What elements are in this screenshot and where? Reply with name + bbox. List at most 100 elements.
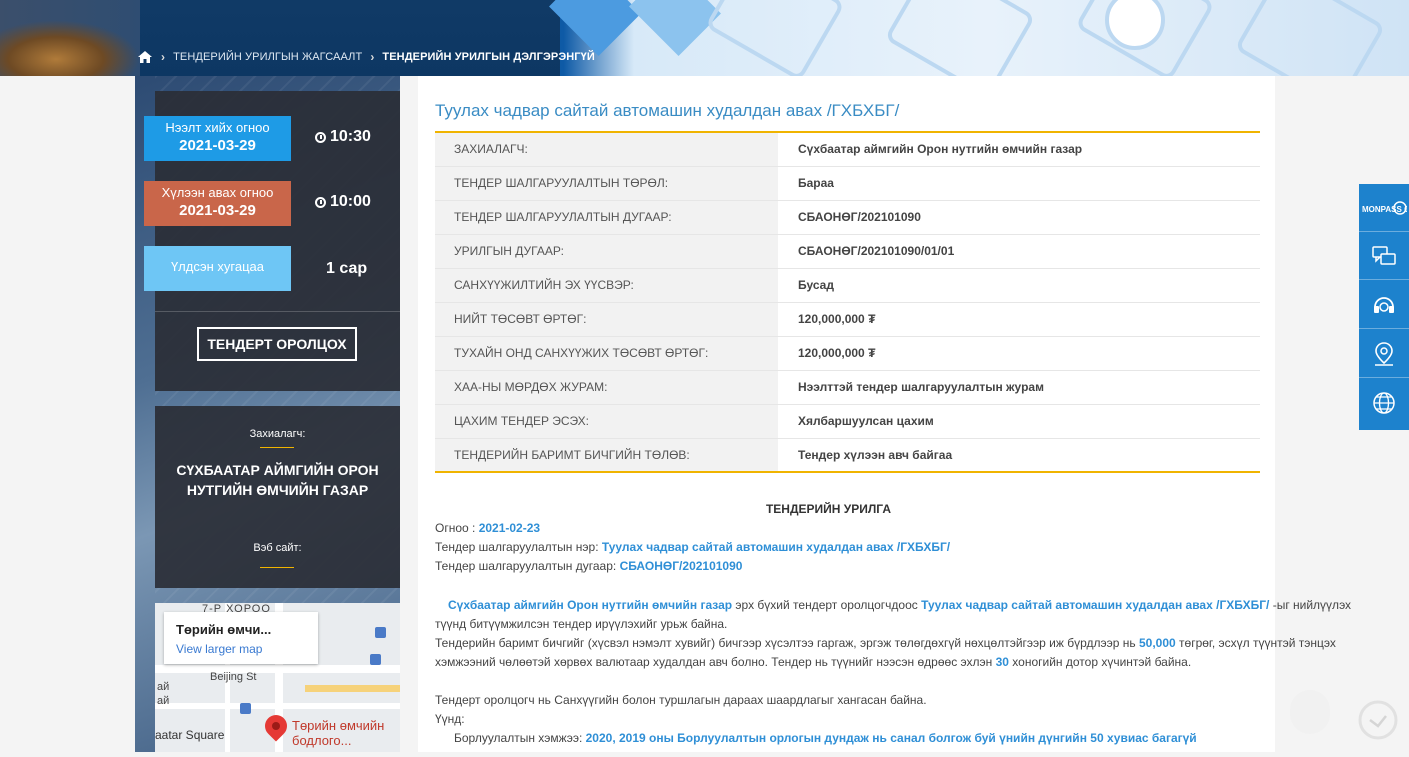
map-info-card: Төрийн өмчи... View larger map <box>164 612 318 664</box>
home-icon[interactable] <box>137 50 153 64</box>
deadline-label: Хүлээн авах огноо <box>161 185 274 200</box>
deadline-value: 2021-03-29 <box>179 202 256 219</box>
table-row: НИЙТ ТӨСӨВТ ӨРТӨГ: 120,000,000 ₮ <box>435 302 1260 336</box>
breadcrumb: › ТЕНДЕРИЙН УРИЛГЫН ЖАГСААЛТ › ТЕНДЕРИЙН… <box>137 50 595 64</box>
notice-paragraph-2: Тендерийн баримт бичгийг (хүсвэл нэмэлт … <box>435 636 1336 650</box>
notice-text: төгрөг, эсхүл түүнтэй тэнцэх <box>1175 636 1336 650</box>
notice-tender-name: Туулах чадвар сайтай автомашин худалдан … <box>921 598 1270 612</box>
globe-icon[interactable] <box>1359 379 1409 427</box>
breadcrumb-separator-icon: › <box>370 50 375 64</box>
chat-icon[interactable] <box>1359 232 1409 280</box>
notice-number-label: Тендер шалгаруулалтын дугаар: <box>435 559 620 573</box>
row-key: ХАА-НЫ МӨРДӨХ ЖУРАМ: <box>435 370 778 404</box>
notice-days: 30 <box>995 655 1009 669</box>
notice-number-value: СБАОНӨГ/202101090 <box>619 559 743 573</box>
bus-stop-icon <box>375 627 386 638</box>
banner-dark-panel <box>140 0 560 76</box>
notice-text: хэмжээний чөлөөтэй хөрвөх валютаар худал… <box>435 655 996 669</box>
floating-toolbar: MONPASS CA <box>1359 184 1409 430</box>
deadline-time: 10:00 <box>315 193 371 211</box>
support-headset-icon[interactable] <box>1359 281 1409 329</box>
breadcrumb-tender-detail: ТЕНДЕРИЙН УРИЛГЫН ДЭЛГЭРЭНГҮЙ <box>382 51 595 63</box>
customer-name: СҮХБААТАР АЙМГИЙН ОРОН НУТГИЙН ӨМЧИЙН ГА… <box>176 462 379 498</box>
notice-paragraph-6: Борлуулалтын хэмжээ: 2020, 2019 оны Борл… <box>454 731 1197 745</box>
banner-shape <box>549 0 641 56</box>
open-date-box: Нээлт хийх огноо 2021-03-29 <box>144 116 291 161</box>
breadcrumb-separator-icon: › <box>161 50 166 64</box>
gold-divider <box>260 447 294 448</box>
deadline-box: Хүлээн авах огноо 2021-03-29 <box>144 181 291 226</box>
row-key: ТЕНДЕР ШАЛГАРУУЛАЛТЫН ТӨРӨЛ: <box>435 166 778 200</box>
row-key: ТУХАЙН ОНД САНХҮҮЖИХ ТӨСӨВТ ӨРТӨГ: <box>435 336 778 370</box>
bus-stop-icon <box>240 703 251 714</box>
banner-shape <box>1234 0 1386 76</box>
table-row: САНХҮҮЖИЛТИЙН ЭХ ҮҮСВЭР: Бусад <box>435 268 1260 302</box>
notice-text: эрх бүхий тендерт оролцогчдоос <box>732 598 922 612</box>
notice-heading: ТЕНДЕРИЙН УРИЛГА <box>765 502 892 516</box>
row-key: ТЕНДЕР ШАЛГАРУУЛАЛТЫН ДУГААР: <box>435 200 778 234</box>
tender-info-table: ЗАХИАЛАГЧ: Сүхбаатар аймгийн Орон нутгийн… <box>435 131 1260 473</box>
map-pin-label: Төрийн өмчийн <box>292 718 385 733</box>
breadcrumb-tender-list[interactable]: ТЕНДЕРИЙН УРИЛГЫН ЖАГСААЛТ <box>173 51 362 63</box>
row-value: СБАОНӨГ/202101090 <box>798 210 921 224</box>
watermark-logo <box>1290 680 1409 752</box>
row-key: ЦАХИМ ТЕНДЕР ЭСЭХ: <box>435 404 778 438</box>
open-date-value: 2021-03-29 <box>179 137 256 154</box>
notice-sales-requirement: 2020, 2019 оны Борлуулалтын орлогын дунд… <box>585 731 1197 745</box>
notice-paragraph-4: Тендерт оролцогч нь Санхүүгийн болон тур… <box>435 693 927 707</box>
open-time-value: 10:30 <box>330 128 371 145</box>
bus-stop-icon <box>370 654 381 665</box>
row-value: СБАОНӨГ/202101090/01/01 <box>798 244 955 258</box>
notice-paragraph-5: Үүнд: <box>435 712 465 726</box>
table-row: ТЕНДЕР ШАЛГАРУУЛАЛТЫН ДУГААР: СБАОНӨГ/202… <box>435 200 1260 234</box>
table-row: ЦАХИМ ТЕНДЕР ЭСЭХ: Хялбаршуулсан цахим <box>435 404 1260 438</box>
join-tender-button[interactable]: ТЕНДЕРТ ОРОЛЦОХ <box>197 327 357 361</box>
map-place-title: Төрийн өмчи... <box>176 622 272 637</box>
monpass-ca-icon[interactable]: MONPASS CA <box>1359 184 1409 232</box>
map-pin-label: бодлого... <box>292 733 352 748</box>
table-row: ХАА-НЫ МӨРДӨХ ЖУРАМ: Нээлттэй тендер шалг… <box>435 370 1260 404</box>
row-key: УРИЛГЫН ДУГААР: <box>435 234 778 268</box>
notice-text: -ыг нийлүүлэх <box>1269 598 1352 612</box>
notice-name-value: Туулах чадвар сайтай автомашин худалдан … <box>601 540 951 554</box>
notice-paragraph-1: Сүхбаатар аймгийн Орон нутгийн өмчийн га… <box>448 598 1351 612</box>
notice-date-line: Огноо : 2021-02-23 <box>435 521 540 535</box>
map-label: aatar Square <box>155 728 225 742</box>
notice-name-line: Тендер шалгаруулалтын нэр: Туулах чадвар… <box>435 540 950 554</box>
remaining-label: Үлдсэн хугацаа <box>170 259 265 274</box>
notice-date-label: Огноо : <box>435 521 479 535</box>
remaining-box: Үлдсэн хугацаа <box>144 246 291 291</box>
notice-number-line: Тендер шалгаруулалтын дугаар: СБАОНӨГ/20… <box>435 559 742 573</box>
clock-icon <box>315 196 326 208</box>
notice-paragraph-3: хэмжээний чөлөөтэй хөрвөх валютаар худал… <box>435 655 1191 669</box>
row-value: Бараа <box>798 176 834 190</box>
open-date-label: Нээлт хийх огноо <box>165 120 270 135</box>
website-panel <box>155 520 400 588</box>
remaining-value: 1 сар <box>326 260 368 277</box>
hero-banner <box>0 0 1409 76</box>
table-row: ТЕНДЕР ШАЛГАРУУЛАЛТЫН ТӨРӨЛ: Бараа <box>435 166 1260 200</box>
gold-divider <box>260 567 294 568</box>
location-pin-icon[interactable] <box>1359 330 1409 378</box>
row-value: Сүхбаатар аймгийн Орон нутгийн өмчийн га… <box>798 142 1083 157</box>
table-row: УРИЛГЫН ДУГААР: СБАОНӨГ/202101090/01/01 <box>435 234 1260 268</box>
notice-name-label: Тендер шалгаруулалтын нэр: <box>435 540 602 554</box>
map-label: ай <box>157 695 170 707</box>
view-larger-map-link[interactable]: View larger map <box>176 642 306 656</box>
map-street-label: Beijing St <box>210 671 257 683</box>
row-value: Нээлттэй тендер шалгаруулалтын журам <box>798 380 1044 394</box>
row-value: Хялбаршуулсан цахим <box>798 414 934 428</box>
deadline-time-value: 10:00 <box>330 193 371 210</box>
map-label: ай <box>157 681 170 693</box>
customer-label: Захиалагч: <box>249 428 306 440</box>
monpass-text: MONPASS CA <box>1362 205 1407 214</box>
notice-paragraph-1b: түүнд битүүмжилсэн тендер ирүүлэхийг урь… <box>435 617 728 631</box>
row-key: НИЙТ ТӨСӨВТ ӨРТӨГ: <box>435 302 778 336</box>
divider <box>155 311 400 312</box>
notice-text: Тендерийн баримт бичгийг (хүсвэл нэмэлт … <box>435 636 1139 650</box>
row-value: 120,000,000 ₮ <box>798 312 876 326</box>
notice-text: хоногийн дотор хүчинтэй байна. <box>1008 655 1192 669</box>
website-label: Вэб сайт: <box>253 542 302 554</box>
row-key: ТЕНДЕРИЙН БАРИМТ БИЧГИЙН ТӨЛӨВ: <box>435 438 778 472</box>
open-time: 10:30 <box>315 128 371 146</box>
